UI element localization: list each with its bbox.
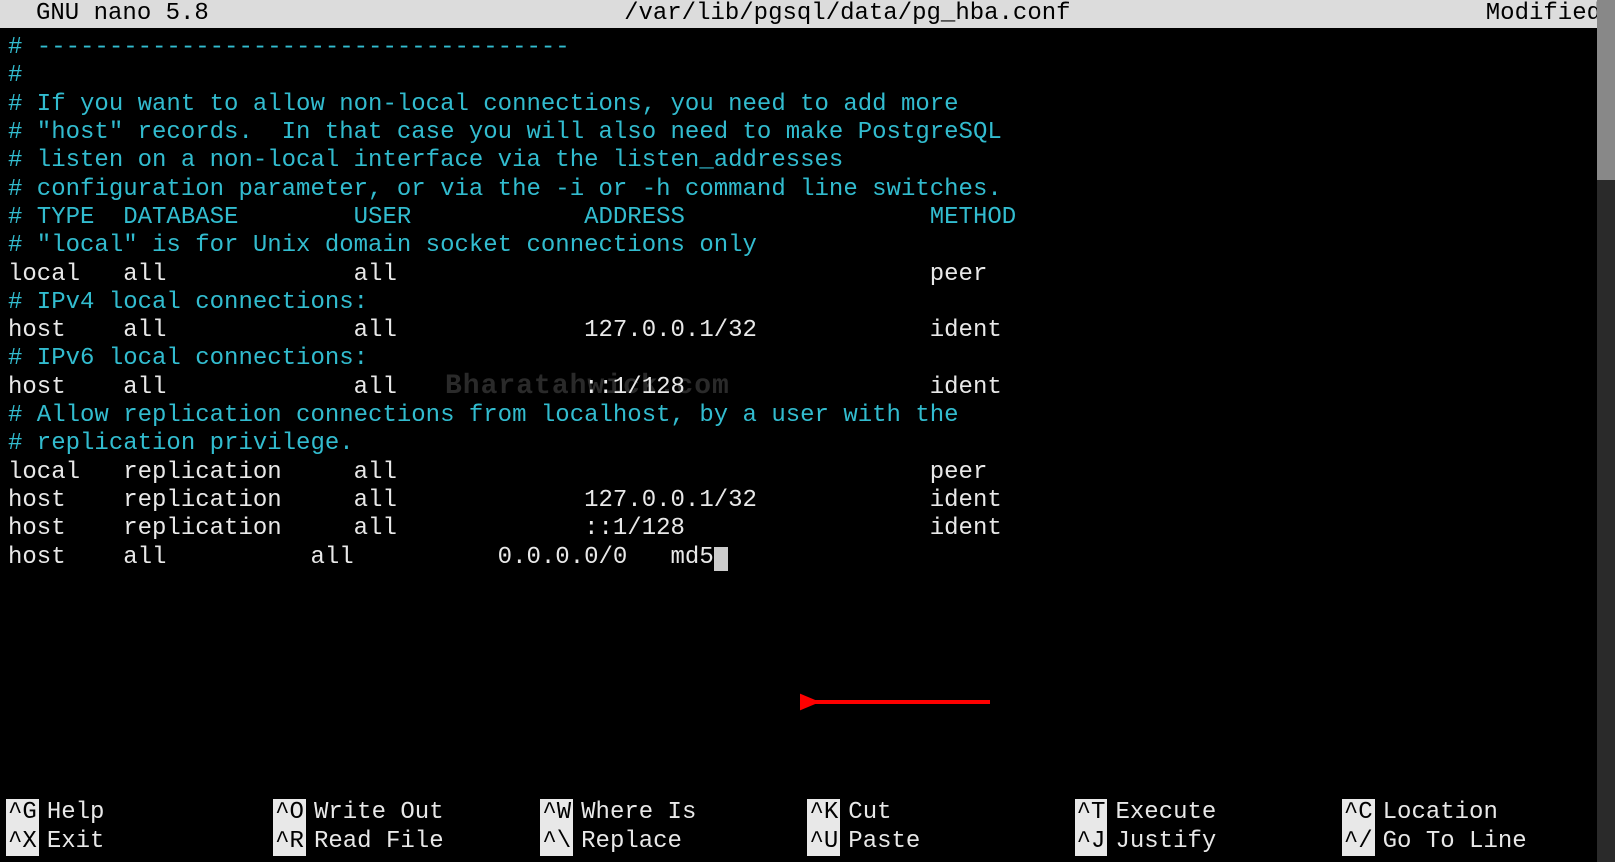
- shortcut-label: Read File: [314, 828, 444, 856]
- shortcut-key: ^U: [807, 828, 840, 856]
- shortcut-item: ^U Paste: [807, 828, 1074, 856]
- editor-line[interactable]: # IPv6 local connections:: [8, 345, 1615, 373]
- editor-line[interactable]: host all all ::1/128 ident: [8, 374, 1615, 402]
- shortcut-label: Help: [47, 799, 105, 827]
- shortcut-key: ^O: [273, 799, 306, 827]
- shortcut-label: Where Is: [581, 799, 696, 827]
- editor-line[interactable]: host replication all 127.0.0.1/32 ident: [8, 487, 1615, 515]
- editor-line[interactable]: # configuration parameter, or via the -i…: [8, 176, 1615, 204]
- shortcut-item: ^G Help: [6, 799, 273, 827]
- shortcut-item: ^TExecute: [1075, 799, 1342, 827]
- shortcut-label: Replace: [581, 828, 682, 856]
- shortcut-item: ^O Write Out: [273, 799, 540, 827]
- editor-line[interactable]: # "local" is for Unix domain socket conn…: [8, 232, 1615, 260]
- shortcut-key: ^T: [1075, 799, 1108, 827]
- annotation-arrow-icon: [800, 687, 1000, 717]
- shortcut-label: Paste: [848, 828, 920, 856]
- shortcut-key: ^W: [540, 799, 573, 827]
- shortcut-item: ^C Location: [1342, 799, 1609, 827]
- title-bar: GNU nano 5.8 /var/lib/pgsql/data/pg_hba.…: [0, 0, 1615, 28]
- editor-line[interactable]: # replication privilege.: [8, 430, 1615, 458]
- editor-line[interactable]: local replication all peer: [8, 459, 1615, 487]
- shortcut-item: ^JJustify: [1075, 828, 1342, 856]
- editor-line[interactable]: # listen on a non-local interface via th…: [8, 147, 1615, 175]
- shortcut-key: ^K: [807, 799, 840, 827]
- shortcut-label: Location: [1383, 799, 1498, 827]
- shortcut-label: Cut: [848, 799, 891, 827]
- editor-line[interactable]: #: [8, 62, 1615, 90]
- shortcut-key: ^R: [273, 828, 306, 856]
- shortcut-key: ^/: [1342, 828, 1375, 856]
- editor-line[interactable]: # "host" records. In that case you will …: [8, 119, 1615, 147]
- editor-area[interactable]: # -------------------------------------#…: [0, 28, 1615, 572]
- shortcut-item: ^K Cut: [807, 799, 1074, 827]
- shortcut-item: ^\ Replace: [540, 828, 807, 856]
- text-cursor: [714, 547, 728, 571]
- shortcut-item: ^X Exit: [6, 828, 273, 856]
- shortcut-label: Justify: [1115, 828, 1216, 856]
- shortcut-label: Go To Line: [1383, 828, 1527, 856]
- modified-status: Modified: [1486, 0, 1609, 28]
- shortcut-item: ^R Read File: [273, 828, 540, 856]
- shortcut-key: ^J: [1075, 828, 1108, 856]
- file-path: /var/lib/pgsql/data/pg_hba.conf: [209, 0, 1486, 28]
- shortcut-label: Execute: [1115, 799, 1216, 827]
- editor-line[interactable]: # If you want to allow non-local connect…: [8, 91, 1615, 119]
- shortcut-key: ^\: [540, 828, 573, 856]
- shortcut-label: Write Out: [314, 799, 444, 827]
- shortcut-bar: ^G Help ^O Write Out ^W Where Is ^K Cut ^TExecut…: [6, 799, 1609, 856]
- editor-line[interactable]: # -------------------------------------: [8, 34, 1615, 62]
- editor-line[interactable]: host all all 0.0.0.0/0 md5: [8, 544, 1615, 572]
- editor-line[interactable]: host all all 127.0.0.1/32 ident: [8, 317, 1615, 345]
- shortcut-label: Exit: [47, 828, 105, 856]
- shortcut-item: ^/ Go To Line: [1342, 828, 1609, 856]
- shortcut-key: ^X: [6, 828, 39, 856]
- app-name: GNU nano 5.8: [6, 0, 209, 28]
- shortcut-item: ^W Where Is: [540, 799, 807, 827]
- editor-line[interactable]: host replication all ::1/128 ident: [8, 515, 1615, 543]
- editor-line[interactable]: # TYPE DATABASE USER ADDRESS METHOD: [8, 204, 1615, 232]
- shortcut-key: ^G: [6, 799, 39, 827]
- editor-line[interactable]: local all all peer: [8, 261, 1615, 289]
- editor-line[interactable]: # IPv4 local connections:: [8, 289, 1615, 317]
- editor-line[interactable]: # Allow replication connections from loc…: [8, 402, 1615, 430]
- shortcut-key: ^C: [1342, 799, 1375, 827]
